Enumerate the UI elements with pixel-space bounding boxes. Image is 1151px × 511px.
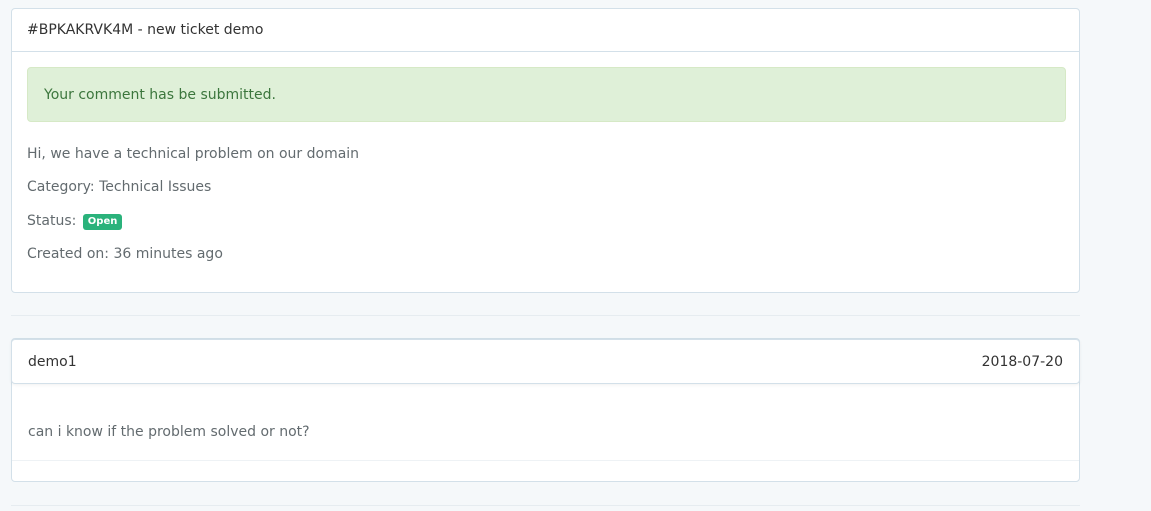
ticket-panel: #BPKAKRVK4M - new ticket demo Your comme… (11, 8, 1080, 293)
comment-author: demo1 (28, 353, 77, 370)
success-alert: Your comment has be submitted. (27, 67, 1066, 122)
comment-footer-divider (12, 460, 1079, 461)
comment-body: can i know if the problem solved or not? (28, 424, 310, 440)
ticket-status: Status: Open (27, 213, 123, 230)
category-value: Technical Issues (99, 179, 212, 195)
status-label: Status: (27, 213, 77, 229)
ticket-message: Hi, we have a technical problem on our d… (27, 146, 360, 162)
created-label: Created on: (27, 246, 110, 262)
category-label: Category: (27, 179, 95, 195)
comment-header: demo1 2018-07-20 (11, 339, 1080, 384)
ticket-title: #BPKAKRVK4M - new ticket demo (12, 9, 1079, 52)
section-divider (11, 315, 1080, 316)
alert-message: Your comment has be submitted. (44, 86, 276, 103)
status-badge: Open (82, 214, 123, 230)
ticket-category: Category: Technical Issues (27, 179, 211, 195)
comment-panel: demo1 2018-07-20 can i know if the probl… (11, 338, 1080, 482)
section-divider-bottom (11, 505, 1080, 506)
ticket-created: Created on: 36 minutes ago (27, 246, 223, 262)
created-value: 36 minutes ago (113, 246, 223, 262)
comment-date: 2018-07-20 (981, 353, 1063, 370)
